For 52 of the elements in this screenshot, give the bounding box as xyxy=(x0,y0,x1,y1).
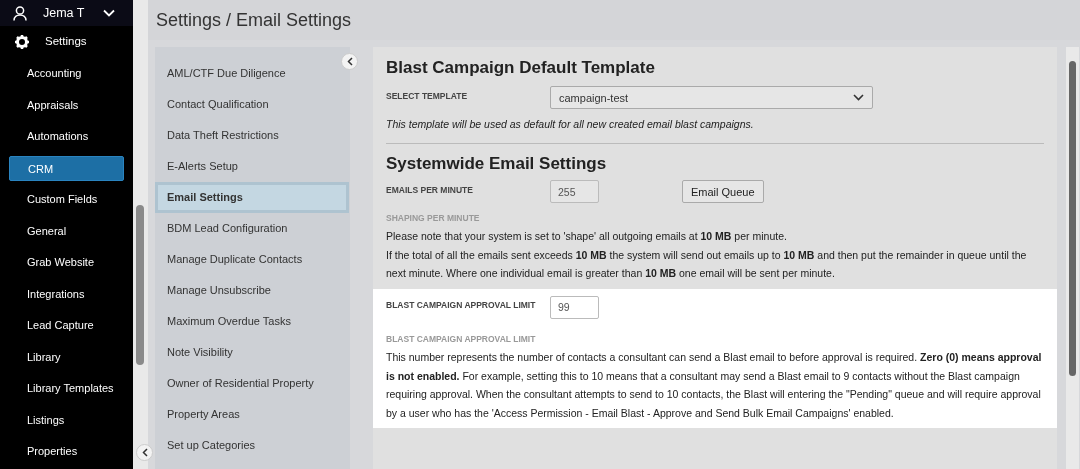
page-title: Settings / Email Settings xyxy=(156,8,352,32)
settings-menu-item[interactable]: Manage Duplicate Contacts xyxy=(155,244,349,275)
sidebar-item[interactable]: Library Templates xyxy=(9,373,124,405)
settings-menu-item[interactable]: Note Visibility xyxy=(155,337,349,368)
field-label: SELECT TEMPLATE xyxy=(386,90,469,104)
settings-menu-item[interactable]: Manage Unsubscribe xyxy=(155,275,349,306)
settings-menu-item[interactable]: Contact Qualification xyxy=(155,89,349,120)
field-label: BLAST CAMPAIGN APPROVAL LIMIT xyxy=(386,298,536,312)
chevron-left-icon xyxy=(141,448,148,457)
template-select[interactable]: campaign-test xyxy=(550,86,873,110)
field-label: BLAST CAMPAIGN APPROVAL LIMIT xyxy=(386,332,537,346)
collapse-button[interactable] xyxy=(136,444,153,461)
info-paragraph: Please note that your system is set to 'shape' all outgoing emails at 10 MB per minute. xyxy=(386,229,788,245)
settings-menu-item[interactable]: BDM Lead Configuration xyxy=(155,213,349,244)
sidebar-item[interactable]: Lead Capture xyxy=(9,310,124,342)
emails-per-minute-field[interactable]: 255 xyxy=(550,180,599,204)
sidebar-item[interactable]: General xyxy=(9,215,124,247)
settings-menu-item[interactable]: Property Areas xyxy=(155,399,349,430)
sidebar-item[interactable]: CRM xyxy=(9,155,124,181)
sidebar-item[interactable]: Integrations xyxy=(9,278,124,310)
chevron-left-icon xyxy=(346,57,353,66)
field-label: SHAPING PER MINUTE xyxy=(386,212,481,226)
gear-icon xyxy=(15,35,29,49)
caret-icon xyxy=(853,94,864,102)
info-paragraph: If the total of all the emails sent exceeds 10 MB the system will send out emails up to 10 MB and then put the remainder in queue until the next minute. Where one individual email is greater than 10 MB one email will be sent per minute. xyxy=(386,247,1028,282)
sidebar-item[interactable]: Library xyxy=(9,341,124,373)
sidebar-item[interactable]: Properties xyxy=(9,436,124,468)
chevron-down-icon[interactable] xyxy=(103,9,115,17)
scrollbar-thumb[interactable] xyxy=(136,205,144,365)
user-icon xyxy=(13,5,27,21)
approval-limit-field[interactable]: 99 xyxy=(550,295,599,319)
section-heading: Blast Campaign Default Template xyxy=(386,58,656,79)
sidebar-item[interactable]: Custom Fields xyxy=(9,184,124,216)
sidebar-item[interactable]: Listings xyxy=(9,404,124,436)
settings-menu-item[interactable]: Email Settings xyxy=(155,182,349,213)
sidebar-section-title[interactable]: Settings xyxy=(45,33,87,51)
scrollbar-thumb[interactable] xyxy=(1069,61,1076,376)
template-note: This template will be used as default for all new created email blast campaigns. xyxy=(386,117,755,133)
sidebar-item[interactable]: Appraisals xyxy=(9,89,124,121)
info-paragraph: This number represents the number of contacts a consultant can send a Blast email to before approval is required. Zero (0) means approval is not enabled. For example, setting this to 10 means that a consultant may send a Blast email to 9 contacts without the Blast campaign requiring approval. When the consultant attempts to send to 10 contacts, the Blast will entering the "Pending" queue and will require approval by a user who has the 'Access Permission - Email Blast - Approve and Send Bulk Email Campaigns' enabled. xyxy=(386,350,1043,421)
settings-menu-item[interactable]: Maximum Overdue Tasks xyxy=(155,306,349,337)
section-heading: Systemwide Email Settings xyxy=(386,153,608,175)
sidebar-item[interactable]: Grab Website xyxy=(9,247,124,279)
settings-menu-item[interactable]: Owner of Residential Property xyxy=(155,368,349,399)
settings-menu-item[interactable]: E-Alerts Setup xyxy=(155,151,349,182)
settings-menu-item[interactable]: AML/CTF Due Diligence xyxy=(155,58,349,89)
settings-menu-item[interactable]: Set up Categories xyxy=(155,430,349,461)
settings-menu-item[interactable]: Data Theft Restrictions xyxy=(155,120,349,151)
sidebar-item[interactable]: Accounting xyxy=(9,58,124,90)
sidebar-item[interactable]: Automations xyxy=(9,121,124,153)
field-label: EMAILS PER MINUTE xyxy=(386,184,474,198)
email-queue-button[interactable]: Email Queue xyxy=(682,180,764,204)
